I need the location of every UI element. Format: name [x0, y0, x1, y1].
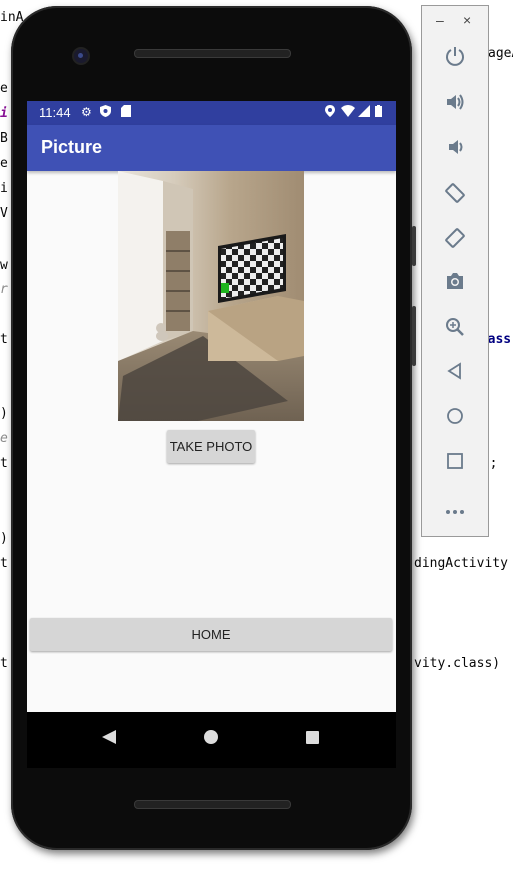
ide-line: t	[0, 332, 8, 347]
signal-icon	[358, 105, 370, 120]
ide-line: V	[0, 206, 8, 221]
ide-line: )	[0, 531, 8, 546]
ide-line: B	[0, 131, 8, 146]
captured-photo	[118, 171, 304, 421]
take-photo-button[interactable]: TAKE PHOTO	[167, 430, 255, 463]
status-bar: 11:44 ⚙	[27, 101, 396, 125]
ide-line: w	[0, 258, 8, 273]
minimize-button[interactable]: –	[436, 12, 444, 28]
app-bar: Picture	[27, 125, 396, 171]
more-icon[interactable]	[422, 498, 488, 521]
nav-overview-icon[interactable]	[306, 728, 319, 749]
sd-card-icon	[121, 105, 131, 120]
emulator-toolbar: – ×	[421, 5, 489, 537]
ide-line: t	[0, 556, 8, 571]
status-time: 11:44	[39, 105, 71, 120]
shield-icon	[100, 105, 111, 120]
camera-icon[interactable]	[422, 272, 488, 296]
nav-back-icon[interactable]	[102, 728, 116, 749]
home-circle-icon[interactable]	[422, 407, 488, 431]
nav-home-icon[interactable]	[204, 728, 218, 749]
navigation-bar	[27, 712, 396, 768]
ide-line: )	[0, 406, 8, 421]
device-screen: 11:44 ⚙ Picture TAKE PHOTO HOME	[27, 101, 396, 712]
ide-line: i	[0, 181, 8, 196]
location-icon	[325, 105, 335, 120]
home-button[interactable]: HOME	[30, 618, 392, 651]
rotate-right-icon[interactable]	[422, 227, 488, 255]
ide-line: t	[0, 456, 8, 471]
close-button[interactable]: ×	[463, 12, 471, 28]
front-camera	[74, 49, 88, 63]
ide-line: e	[0, 431, 8, 446]
ide-right-line: dingActivity	[414, 556, 508, 571]
earpiece-speaker	[134, 49, 291, 58]
zoom-icon[interactable]	[422, 317, 488, 343]
volume-up-icon[interactable]	[422, 92, 488, 118]
battery-icon	[375, 105, 382, 120]
ide-line: e	[0, 81, 8, 96]
overview-icon[interactable]	[422, 452, 488, 476]
ide-line: e	[0, 156, 8, 171]
settings-icon: ⚙	[81, 105, 92, 119]
phone-side-button	[412, 306, 416, 366]
ide-top-right: ageA	[488, 46, 513, 61]
bottom-speaker	[134, 800, 291, 809]
power-icon[interactable]	[422, 46, 488, 72]
back-icon[interactable]	[422, 362, 488, 386]
ide-line: t	[0, 656, 8, 671]
wifi-icon	[341, 105, 355, 120]
ide-line: r	[0, 282, 8, 297]
page-title: Picture	[41, 137, 103, 157]
phone-side-button	[412, 226, 416, 266]
ide-right-line: vity.class)	[414, 656, 501, 671]
ide-line: i	[0, 106, 8, 121]
rotate-left-icon[interactable]	[422, 182, 488, 210]
volume-down-icon[interactable]	[422, 137, 488, 163]
